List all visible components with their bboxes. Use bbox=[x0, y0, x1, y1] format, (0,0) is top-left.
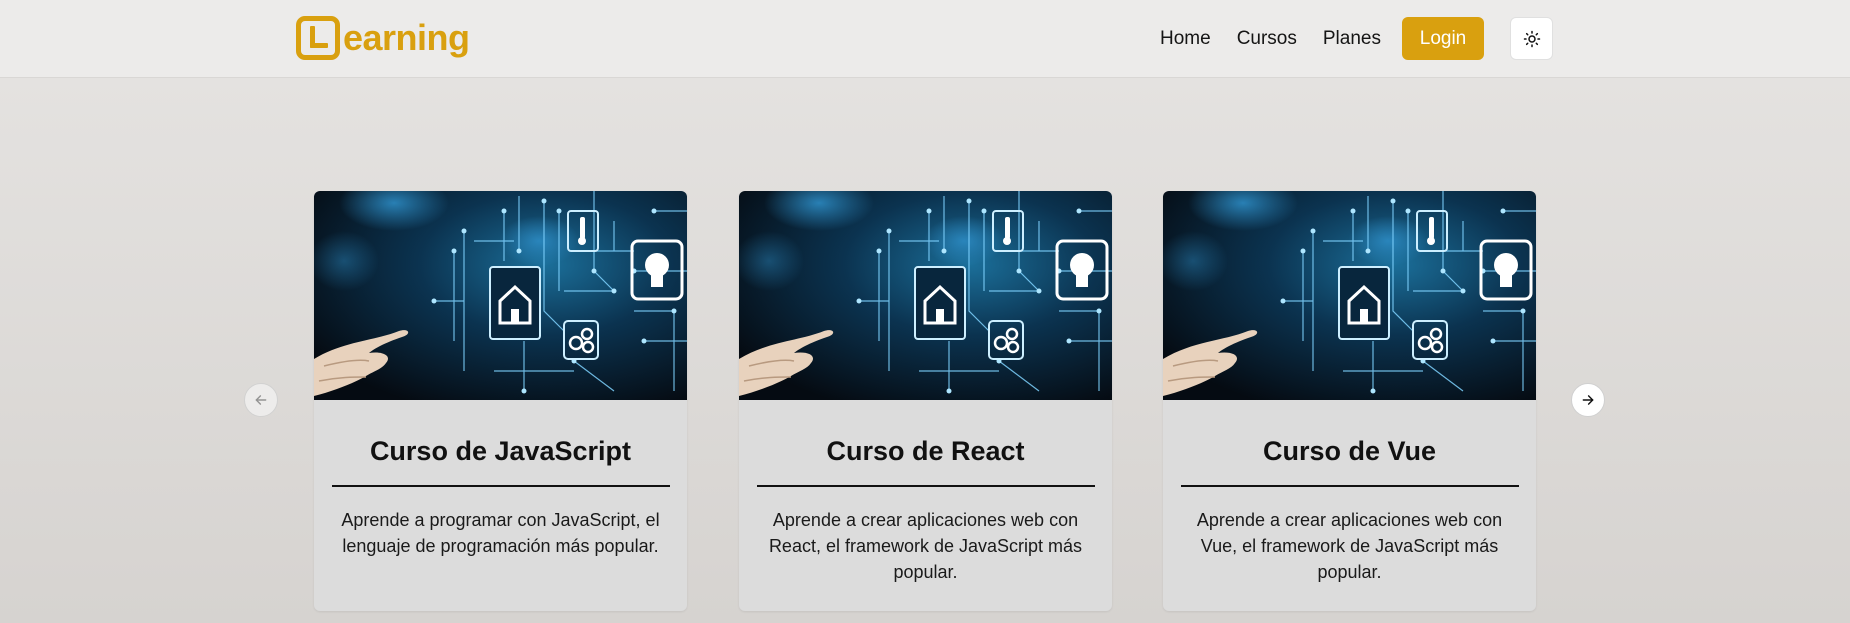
course-image bbox=[314, 191, 687, 400]
arrow-right-icon bbox=[1582, 395, 1594, 405]
course-title: Curso de Vue bbox=[1262, 436, 1437, 466]
card-divider bbox=[756, 485, 1095, 487]
main-nav: Home Cursos Planes bbox=[1160, 17, 1407, 61]
nav-planes[interactable]: Planes bbox=[1323, 28, 1381, 50]
arrow-left-icon bbox=[255, 395, 267, 405]
course-description: Aprende a crear aplicaciones web con Rea… bbox=[768, 510, 1083, 582]
nav-cursos[interactable]: Cursos bbox=[1237, 28, 1297, 50]
carousel-prev-button[interactable] bbox=[244, 383, 278, 417]
logo[interactable]: earning bbox=[296, 14, 470, 62]
course-description: Aprende a crear aplicaciones web con Vue… bbox=[1196, 510, 1503, 582]
site-header: earning Home Cursos Planes Login bbox=[0, 0, 1850, 78]
logo-text: earning bbox=[343, 17, 470, 58]
carousel-next-button[interactable] bbox=[1571, 383, 1605, 417]
course-title: Curso de JavaScript bbox=[369, 436, 632, 466]
card-divider bbox=[331, 485, 670, 487]
nav-home[interactable]: Home bbox=[1160, 28, 1211, 50]
logo-mark-icon bbox=[296, 16, 340, 60]
course-image bbox=[1163, 191, 1536, 400]
course-card-react[interactable]: Curso de React Aprende a crear aplicacio… bbox=[739, 191, 1112, 611]
course-title: Curso de React bbox=[826, 436, 1025, 466]
course-description: Aprende a programar con JavaScript, el l… bbox=[341, 510, 660, 556]
sun-icon bbox=[1523, 30, 1540, 47]
course-card-javascript[interactable]: Curso de JavaScript Aprende a programar … bbox=[314, 191, 687, 611]
login-button[interactable]: Login bbox=[1402, 17, 1484, 60]
theme-toggle-button[interactable] bbox=[1510, 17, 1553, 60]
course-card-vue[interactable]: Curso de Vue Aprende a crear aplicacione… bbox=[1163, 191, 1536, 611]
course-image bbox=[739, 191, 1112, 400]
card-divider bbox=[1180, 485, 1519, 487]
